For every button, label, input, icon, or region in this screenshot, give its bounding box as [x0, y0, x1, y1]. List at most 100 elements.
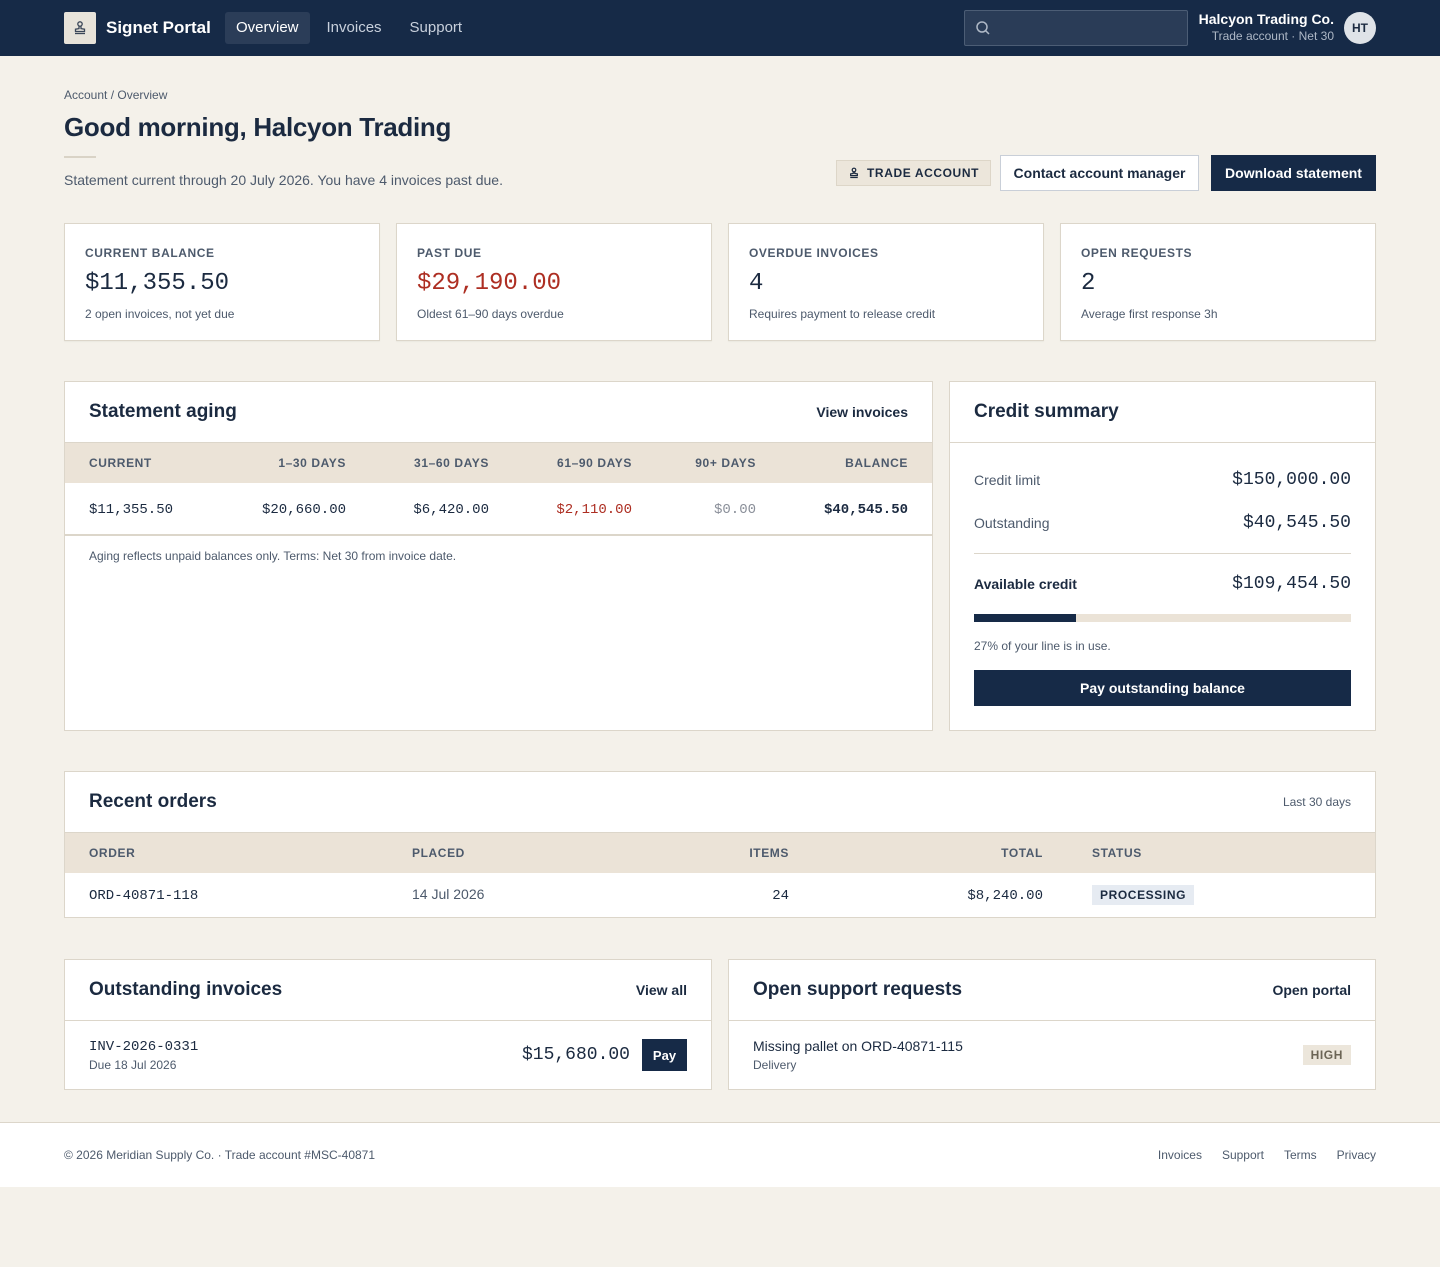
kpi-value: $29,190.00: [417, 270, 562, 297]
kpi-open-requests: OPEN REQUESTS 2 Average first response 3…: [1060, 223, 1376, 341]
available-credit-value: $109,454.50: [1232, 574, 1351, 594]
nav-invoices[interactable]: Invoices: [316, 12, 393, 44]
footer-link-terms[interactable]: Terms: [1284, 1148, 1317, 1162]
panel-header: Outstanding invoices View all: [65, 960, 711, 1021]
page-subtitle: Statement current through 20 July 2026. …: [64, 172, 503, 188]
order-id[interactable]: ORD-40871-118: [89, 888, 198, 904]
outstanding-row: Outstanding $40,545.50: [974, 513, 1351, 533]
kpi-current-balance: CURRENT BALANCE $11,355.50 2 open invoic…: [64, 223, 380, 341]
date-range-label: Last 30 days: [1282, 795, 1351, 809]
aging-row: $11,355.50 $20,660.00 $6,420.00 $2,110.0…: [65, 483, 932, 536]
footer-link-privacy[interactable]: Privacy: [1337, 1148, 1376, 1162]
pay-invoice-button[interactable]: Pay: [642, 1039, 687, 1071]
credit-summary-panel: Credit summary Credit limit $150,000.00 …: [949, 381, 1376, 731]
credit-limit-label: Credit limit: [974, 472, 1041, 488]
trade-account-badge-label: TRADE ACCOUNT: [867, 166, 980, 180]
page-title: Good morning, Halcyon Trading: [64, 112, 452, 142]
aging-31-60-value: $6,420.00: [413, 502, 489, 518]
trade-account-badge: TRADE ACCOUNT: [836, 160, 992, 186]
kpi-value: 2: [1081, 270, 1096, 297]
search-input[interactable]: [999, 20, 1179, 36]
panel-title: Statement aging: [89, 401, 237, 422]
title-divider: [64, 156, 96, 158]
available-credit-label: Available credit: [974, 576, 1077, 592]
column-header: 1–30 DAYS: [278, 456, 346, 470]
panel-header: Open support requests Open portal: [729, 960, 1375, 1021]
kpi-value: 4: [749, 270, 764, 297]
column-header: TOTAL: [1001, 846, 1043, 860]
column-header: 31–60 DAYS: [414, 456, 489, 470]
nav-support[interactable]: Support: [399, 12, 474, 44]
outstanding-value: $40,545.50: [1242, 513, 1351, 533]
credit-divider: [974, 553, 1351, 554]
kpi-label: OPEN REQUESTS: [1081, 246, 1193, 260]
view-invoices-link[interactable]: View invoices: [816, 404, 908, 420]
kpi-note: Average first response 3h: [1081, 307, 1218, 321]
orders-table-header: ORDER PLACED ITEMS TOTAL STATUS: [65, 833, 1375, 873]
download-statement-button[interactable]: Download statement: [1211, 155, 1376, 191]
aging-90-plus-value: $0.00: [713, 502, 756, 518]
statement-aging-panel: Statement aging View invoices CURRENT 1–…: [64, 381, 933, 731]
avatar[interactable]: HT: [1344, 12, 1376, 44]
kpi-note: Requires payment to release credit: [749, 307, 936, 321]
list-item[interactable]: Missing pallet on ORD-40871-115 Delivery: [753, 1038, 963, 1072]
account-terms: Trade account · Net 30: [1211, 29, 1334, 43]
panel-header: Statement aging View invoices: [65, 382, 932, 443]
priority-wrap: HIGH: [1302, 1045, 1351, 1065]
account-info[interactable]: Halcyon Trading Co. Trade account · Net …: [1199, 10, 1334, 45]
column-header: ITEMS: [749, 846, 789, 860]
priority-badge: HIGH: [1302, 1045, 1351, 1065]
utilization-note: 27% of your line is in use.: [974, 639, 1111, 653]
stamp-logo-icon: [64, 12, 96, 44]
footer-link-invoices[interactable]: Invoices: [1158, 1148, 1202, 1162]
kpi-label: OVERDUE INVOICES: [749, 246, 879, 260]
aging-1-30-value: $20,660.00: [261, 502, 346, 518]
credit-utilization-bar: [974, 614, 1351, 622]
credit-limit-value: $150,000.00: [1232, 470, 1351, 490]
pay-outstanding-balance-button[interactable]: Pay outstanding balance: [974, 670, 1351, 706]
aging-balance-value: $40,545.50: [823, 502, 908, 518]
available-credit-row: Available credit $109,454.50: [974, 574, 1351, 594]
column-header: STATUS: [1092, 846, 1142, 860]
kpi-label: PAST DUE: [417, 246, 482, 260]
brand-name: Signet Portal: [106, 18, 211, 37]
open-portal-link[interactable]: Open portal: [1272, 982, 1351, 998]
invoice-id[interactable]: INV-2026-0331: [89, 1039, 198, 1055]
column-header: ORDER: [89, 846, 136, 860]
stamp-icon: [850, 167, 858, 179]
main-nav: Overview Invoices Support: [225, 12, 479, 44]
kpi-overdue-invoices: OVERDUE INVOICES 4 Requires payment to r…: [728, 223, 1044, 341]
status-badge-wrap: PROCESSING: [1092, 885, 1195, 905]
open-support-requests-panel: Open support requests Open portal Missin…: [728, 959, 1376, 1090]
nav-overview[interactable]: Overview: [225, 12, 310, 44]
top-nav-bar: Signet Portal Overview Invoices Support …: [0, 0, 1440, 56]
contact-account-manager-button[interactable]: Contact account manager: [1000, 155, 1199, 191]
request-subject[interactable]: Missing pallet on ORD-40871-115: [753, 1038, 963, 1054]
column-header: 61–90 DAYS: [557, 456, 632, 470]
footer: © 2026 Meridian Supply Co. · Trade accou…: [0, 1122, 1440, 1187]
aging-current-value: $11,355.50: [89, 502, 174, 518]
table-row[interactable]: ORD-40871-118 14 Jul 2026 24 $8,240.00 P…: [65, 873, 1375, 917]
order-items: 24: [772, 888, 789, 904]
footer-links: Invoices Support Terms Privacy: [1158, 1148, 1376, 1162]
search-icon: [976, 21, 990, 35]
account-name: Halcyon Trading Co.: [1198, 11, 1334, 27]
panel-title: Open support requests: [753, 979, 963, 1000]
breadcrumb: Account / Overview: [64, 88, 168, 102]
credit-limit-row: Credit limit $150,000.00: [974, 470, 1351, 490]
brand[interactable]: Signet Portal: [64, 12, 211, 44]
search-box[interactable]: [964, 10, 1188, 46]
column-header: BALANCE: [845, 456, 908, 470]
invoice-actions: $15,680.00 Pay: [522, 1039, 687, 1071]
footer-link-support[interactable]: Support: [1222, 1148, 1264, 1162]
kpi-past-due: PAST DUE $29,190.00 Oldest 61–90 days ov…: [396, 223, 712, 341]
recent-orders-panel: Recent orders Last 30 days ORDER PLACED …: [64, 771, 1376, 918]
panel-header: Credit summary: [950, 382, 1375, 443]
view-all-invoices-link[interactable]: View all: [636, 982, 687, 998]
column-header: CURRENT: [89, 456, 152, 470]
kpi-label: CURRENT BALANCE: [85, 246, 215, 260]
invoice-amount: $15,680.00: [521, 1045, 630, 1065]
panel-title: Outstanding invoices: [89, 979, 283, 1000]
invoice-due-date: Due 18 Jul 2026: [89, 1058, 177, 1072]
status-badge: PROCESSING: [1092, 885, 1195, 905]
